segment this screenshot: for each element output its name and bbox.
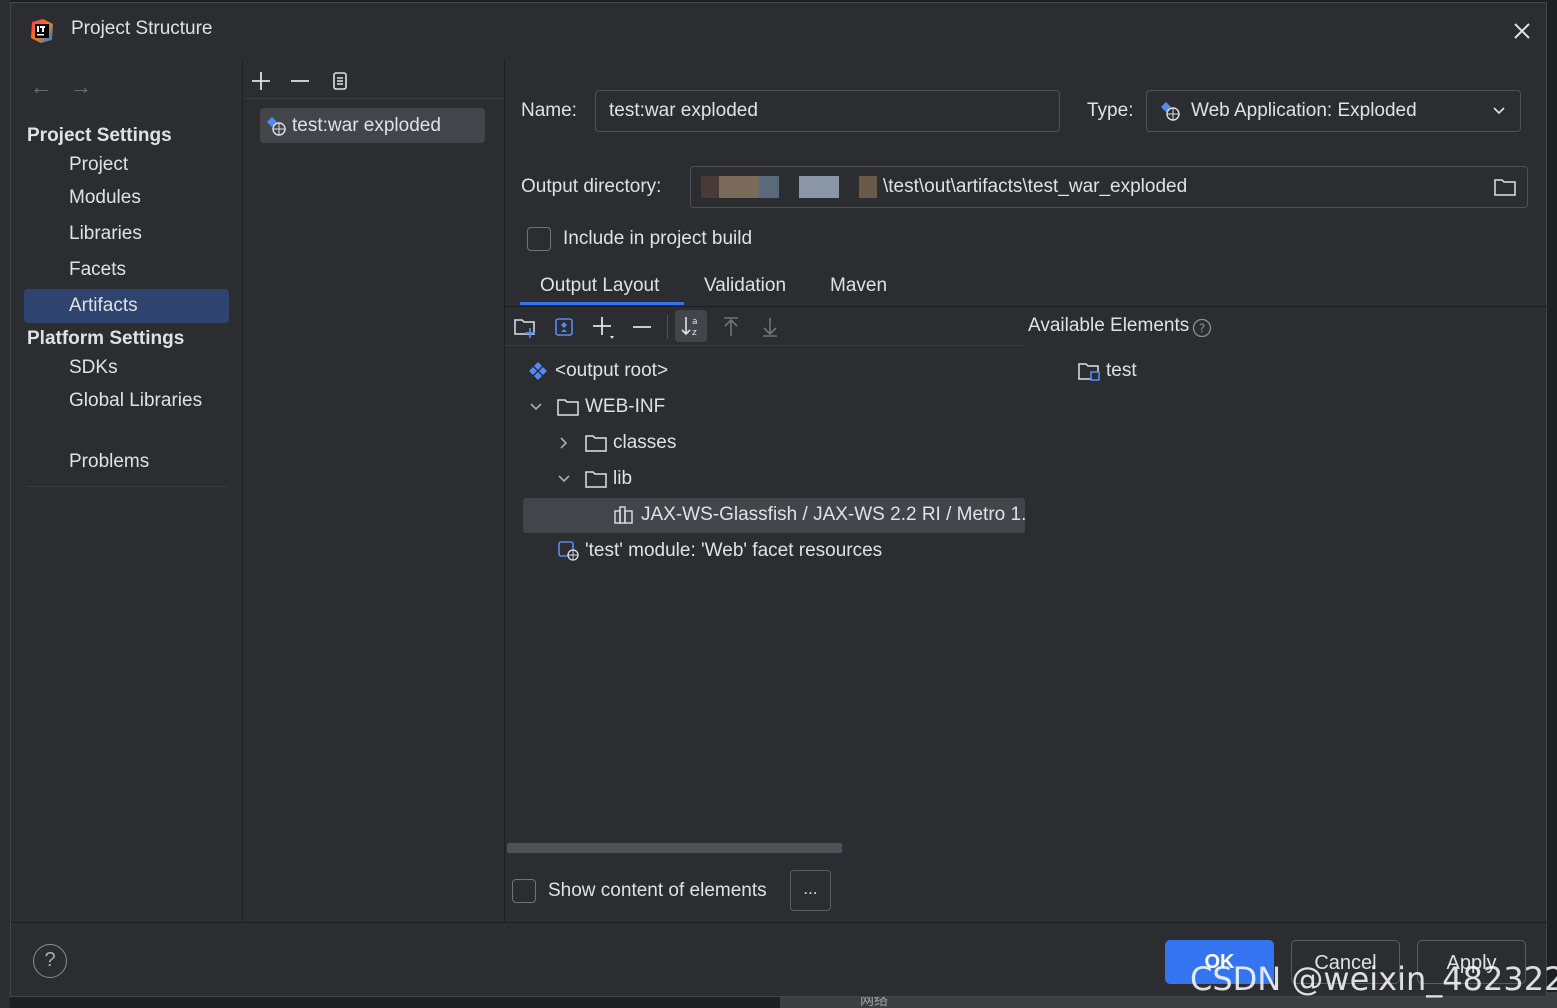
tree-node-label: JAX-WS-Glassfish / JAX-WS 2.2 RI / Metro… (641, 504, 1025, 525)
move-down-icon[interactable] (757, 314, 783, 340)
name-label: Name: (521, 100, 577, 121)
show-content-options-button[interactable]: ... (790, 870, 831, 911)
available-item-test[interactable]: test (1078, 353, 1137, 389)
sort-alpha-icon: a z (681, 317, 698, 338)
intellij-logo-icon (31, 19, 53, 43)
sort-alphabetically-button[interactable]: a z (675, 310, 707, 342)
tree-node-web-facet-resources[interactable]: 'test' module: 'Web' facet resources (557, 533, 882, 569)
redacted-path-block (719, 176, 759, 198)
redacted-path-block (859, 176, 877, 198)
web-app-artifact-icon (267, 117, 286, 136)
close-icon[interactable] (1508, 17, 1536, 45)
tree-node-label: lib (613, 468, 633, 489)
tree-node-label: WEB-INF (585, 396, 666, 417)
folder-icon (585, 435, 607, 452)
show-content-checkbox[interactable] (512, 879, 536, 903)
sidebar-item-problems[interactable]: Problems (24, 445, 229, 479)
create-archive-icon[interactable] (551, 314, 577, 340)
sidebar-item-project[interactable]: Project (24, 148, 229, 182)
tabs-divider (505, 306, 1548, 307)
copy-icon[interactable] (327, 68, 353, 94)
active-tab-indicator (520, 302, 684, 305)
svg-text:a: a (692, 317, 698, 327)
redacted-path-block (701, 176, 719, 198)
module-folder-icon (1078, 363, 1100, 381)
add-copy-of-icon[interactable] (590, 314, 616, 340)
chevron-down-icon (1493, 107, 1505, 115)
project-settings-heading: Project Settings (27, 125, 172, 146)
title-bar: Project Structure (11, 3, 1546, 57)
show-content-label: Show content of elements (548, 880, 767, 901)
chevron-down-icon[interactable] (557, 472, 571, 486)
name-field[interactable]: test:war exploded (595, 90, 1060, 132)
sidebar-item-facets[interactable]: Facets (24, 253, 229, 287)
new-directory-icon[interactable] (512, 314, 538, 340)
library-icon (614, 506, 633, 524)
redacted-path-block (799, 176, 839, 198)
output-directory-value: \test\out\artifacts\test_war_exploded (883, 176, 1188, 197)
tree-node-label: classes (613, 432, 677, 453)
output-directory-field[interactable]: \test\out\artifacts\test_war_exploded (690, 166, 1528, 208)
output-layout-toolbar-divider (505, 345, 1025, 346)
sidebar-divider (27, 486, 227, 487)
tree-node-label: 'test' module: 'Web' facet resources (585, 540, 883, 561)
tree-node-output-root[interactable]: <output root> (527, 353, 668, 389)
include-in-build-checkbox[interactable] (527, 227, 551, 251)
tree-node-jaxws-library[interactable]: JAX-WS-Glassfish / JAX-WS 2.2 RI / Metro… (613, 497, 1025, 533)
platform-settings-heading: Platform Settings (27, 328, 185, 349)
output-directory-label: Output directory: (521, 176, 662, 197)
output-root-icon (529, 361, 547, 380)
sidebar-item-global-libraries[interactable]: Global Libraries (24, 384, 229, 418)
artifacts-toolbar-divider (243, 98, 503, 99)
include-in-build-label: Include in project build (563, 228, 753, 249)
tab-output-layout[interactable]: Output Layout (540, 275, 659, 297)
footer-divider (11, 922, 1548, 923)
sidebar-item-libraries[interactable]: Libraries (24, 217, 229, 251)
artifact-item-label: test:war exploded (292, 115, 441, 136)
tree-node-web-inf[interactable]: WEB-INF (557, 389, 665, 425)
type-select-value: Web Application: Exploded (1191, 100, 1417, 121)
sidebar-item-artifacts[interactable]: Artifacts (24, 289, 229, 323)
available-elements-title: Available Elements (1028, 315, 1190, 336)
watermark-text: CSDN @weixin_48232225 (1190, 960, 1557, 998)
tree-node-lib[interactable]: lib (585, 461, 632, 497)
chevron-right-icon[interactable] (557, 436, 571, 450)
chevron-down-icon[interactable] (529, 400, 543, 414)
available-item-label: test (1106, 360, 1137, 381)
web-app-type-icon (1161, 102, 1180, 121)
svg-text:z: z (692, 328, 697, 338)
output-layout-toolbar (505, 309, 1025, 345)
background-editor-strip (0, 0, 10, 1008)
toolbar-separator (667, 315, 668, 339)
move-up-icon[interactable] (718, 314, 744, 340)
folder-icon (557, 399, 579, 416)
tab-maven[interactable]: Maven (830, 275, 887, 297)
sidebar-item-modules[interactable]: Modules (24, 181, 229, 215)
redacted-path-block (759, 176, 779, 198)
artifact-settings-panel: Name: test:war exploded Type: Web Applic… (505, 57, 1548, 922)
artifact-item[interactable]: test:war exploded (260, 108, 485, 143)
project-structure-dialog: Project Structure ← → Project Settings P… (10, 2, 1548, 997)
svg-text:?: ? (1199, 322, 1205, 336)
remove-icon[interactable] (287, 68, 313, 94)
horizontal-scrollbar[interactable] (507, 843, 842, 853)
sidebar-item-sdks[interactable]: SDKs (24, 351, 229, 385)
folder-icon (585, 471, 607, 488)
type-select[interactable]: Web Application: Exploded (1146, 90, 1521, 132)
tree-node-classes[interactable]: classes (585, 425, 676, 461)
help-circle-icon[interactable]: ? (1192, 318, 1212, 338)
remove-element-icon[interactable] (629, 314, 655, 340)
type-label: Type: (1087, 100, 1134, 121)
browse-folder-icon[interactable] (1493, 176, 1517, 198)
artifacts-list-panel: test:war exploded (243, 57, 503, 922)
tab-validation[interactable]: Validation (704, 275, 786, 297)
settings-sidebar: Project Settings Project Modules Librari… (11, 57, 242, 922)
window-title: Project Structure (71, 18, 213, 39)
add-icon[interactable] (248, 68, 274, 94)
web-facet-icon (558, 541, 579, 561)
tree-node-label: <output root> (555, 360, 669, 381)
help-button[interactable]: ? (33, 944, 67, 978)
